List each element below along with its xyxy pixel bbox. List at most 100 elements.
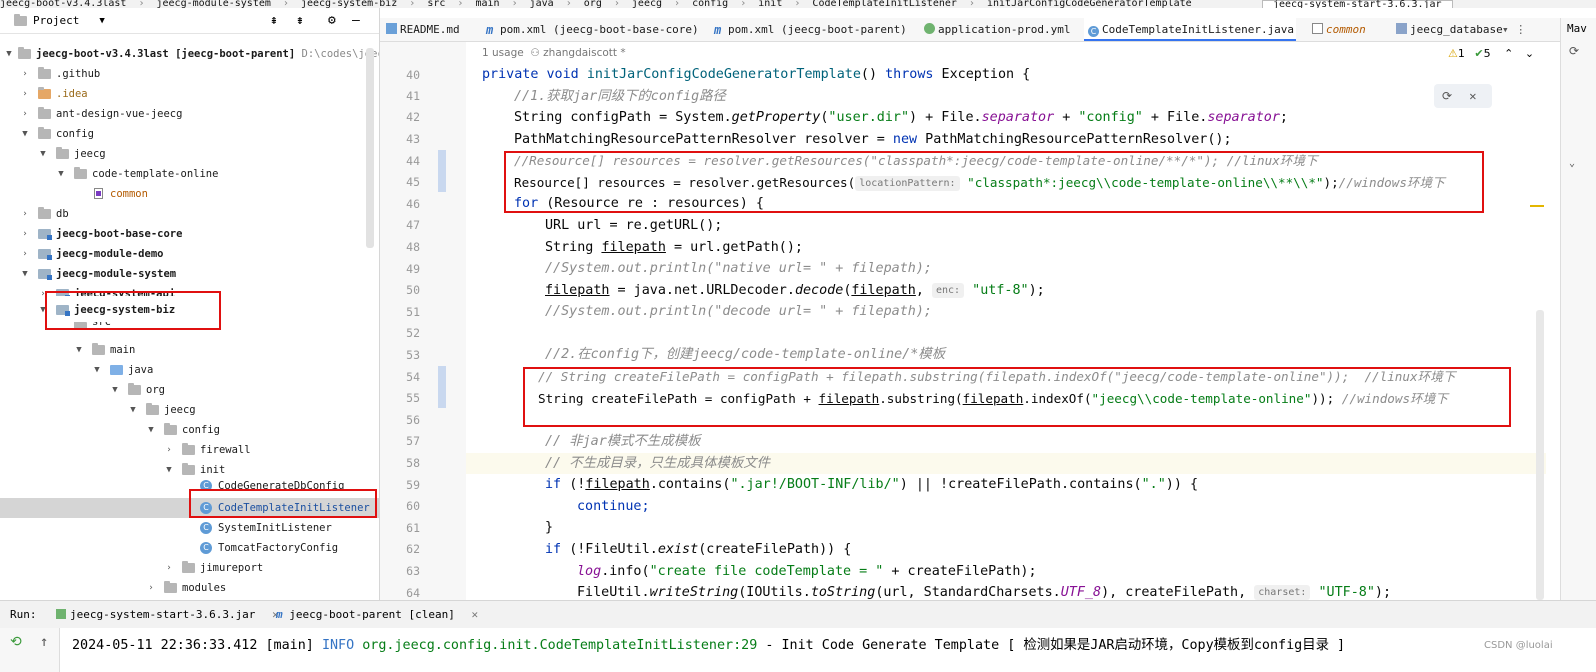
line-number: 40 [406,68,420,82]
reader-mode-widget[interactable]: ⟳ ✕ [1434,84,1492,108]
crumb-item[interactable]: initJarConfigCodeGeneratorTemplate [987,0,1192,8]
collapse-all-icon[interactable]: ⇞ [270,13,278,28]
ide-window: jeecg-boot-v3.4.3last › jeecg-module-syst… [0,0,1596,672]
crumb-item[interactable]: org [584,0,602,8]
run-tab[interactable]: m jeecg-boot-parent [clean] ✕ [276,601,478,629]
warning-stripe[interactable] [1530,205,1544,207]
tab-pom-core[interactable]: m pom.xml (jeecg-boot-base-core) [482,18,699,41]
log-logger[interactable]: org.jeecg.config.init.CodeTemplateInitLi… [362,638,757,653]
code-line-40: private void initJarConfigCodeGeneratorT… [482,67,1031,82]
package-icon [182,463,195,475]
author-hint: zhangdaiscott * [543,47,626,59]
tree-row[interactable]: ▼ jeecg-boot-v3.4.3last [jeecg-boot-paren… [0,44,379,64]
tab-pom-parent[interactable]: m pom.xml (jeecg-boot-parent) [710,18,907,41]
tree-label: code-template-online [92,168,219,180]
tree-row[interactable]: ▼ code-template-online [0,164,379,184]
project-scrollbar[interactable] [366,48,374,248]
tab-application-prod[interactable]: application-prod.yml [920,18,1070,41]
folder-icon [38,107,51,119]
crumb-item[interactable]: init [758,0,782,8]
tree-row[interactable]: ▼ jeecg-module-system [0,264,379,284]
module-icon [38,269,52,280]
crumb-item[interactable]: jeecg-system-biz [301,0,397,8]
tree-row[interactable]: › ant-design-vue-jeecg [0,104,379,124]
maven-tool-label[interactable]: Mav [1567,22,1587,35]
crumb-item[interactable]: src [427,0,445,8]
tree-row[interactable]: ▼ config [0,420,379,440]
tab-readme[interactable]: README.md [382,18,460,41]
rerun-icon[interactable]: ⟲ [10,634,22,650]
run-tab[interactable]: jeecg-system-start-3.6.3.jar ✕ [56,601,279,629]
crumb-item[interactable]: jeecg [632,0,662,8]
chevron-down-icon[interactable]: ▼ [99,16,104,26]
tree-row[interactable]: › jeecg-boot-base-core [0,224,379,244]
code-vision-hint[interactable]: 1 usage ⚇ zhangdaiscott * [482,47,626,59]
tree-label: common [110,188,148,200]
tree-row[interactable]: › jeecg-module-demo [0,244,379,264]
chevron-up-icon[interactable]: ⌃ [1504,47,1513,60]
tree-label: java [128,364,154,376]
tree-row[interactable]: ▼ init [0,460,379,480]
project-panel-header: Project ▼ ⇞ ⇟ ⚙ — [0,8,379,34]
line-number: 43 [406,132,420,146]
hide-panel-icon[interactable]: — [352,13,360,28]
line-number: 60 [406,499,420,513]
crumb-item[interactable]: CodeTemplateInitListener [812,0,957,8]
arrow-up-icon[interactable]: ↑ [40,634,48,650]
inspection-widget[interactable]: ⚠1 ✔5 ⌃ ⌄ [1448,47,1534,60]
code-line-49: //System.out.println("native url= " + fi… [545,261,932,276]
tab-common[interactable]: common [1308,18,1366,41]
tree-row[interactable]: ▼ org [0,380,379,400]
tree-row[interactable]: › db [0,204,379,224]
tree-row[interactable]: ▼ jeecg [0,400,379,420]
refresh-icon[interactable]: ⟳ [1569,44,1579,58]
folder-icon [38,87,51,99]
line-number: 57 [406,434,420,448]
usage-count[interactable]: 1 usage [482,47,524,59]
change-marker[interactable] [438,366,446,408]
crumb-item[interactable]: java [530,0,554,8]
tree-row[interactable]: ▼ config [0,124,379,144]
tab-jeecg-database[interactable]: jeecg_database [1392,18,1503,41]
tree-row[interactable]: common [0,184,379,204]
chevron-down-icon[interactable]: ⌄ [1525,47,1534,60]
crumb-item[interactable]: jeecg-boot-v3.4.3last [0,0,126,8]
crumb-item[interactable]: jeecg-module-system [157,0,271,8]
editor-scrollbar[interactable] [1536,310,1544,600]
tree-row[interactable]: › modules [0,578,379,598]
reload-icon[interactable]: ⟳ [1442,89,1452,103]
expand-all-icon[interactable]: ⇟ [296,13,304,28]
tree-row[interactable]: C TomcatFactoryConfig [0,538,379,558]
project-panel-title[interactable]: Project [33,14,79,27]
crumb-item[interactable]: config [692,0,728,8]
run-config-select[interactable]: jeecg-system-start-3.6.3.jar [1262,0,1453,8]
maven-icon: m [276,608,283,621]
tree-row[interactable]: › .github [0,64,379,84]
crumb-item[interactable]: main [475,0,499,8]
gear-icon[interactable]: ⚙ [328,13,336,28]
tab-codetemplateinitlistener[interactable]: C CodeTemplateInitListener.java [1084,18,1296,41]
code-editor[interactable]: 1 usage ⚇ zhangdaiscott * private void i… [466,42,1546,600]
close-icon[interactable]: ✕ [471,608,478,621]
tree-row[interactable]: ▼ main [0,340,379,360]
tree-row[interactable]: › jimureport [0,558,379,578]
code-line-57: // 非jar模式不生成模板 [545,434,701,449]
tree-row[interactable]: › firewall [0,440,379,460]
console-output[interactable]: ⟲ ↑ 2024-05-11 22:36:33.412 [main] INFO … [0,628,1596,672]
file-icon [94,188,103,199]
chevron-down-icon[interactable]: ⌄ [1569,158,1575,169]
tab-overflow-icon[interactable]: ▾ ⋮ [1498,18,1526,41]
tree-row[interactable]: ▼ java [0,360,379,380]
tree-row[interactable]: ▼ jeecg [0,144,379,164]
close-icon[interactable]: ✕ [1469,89,1476,103]
folder-icon [92,343,105,355]
folder-icon [38,127,51,139]
tree-row[interactable]: C SystemInitListener [0,518,379,538]
change-marker[interactable] [438,150,446,192]
package-icon [146,403,159,415]
tree-label: main [110,344,136,356]
tree-row[interactable]: › .idea [0,84,379,104]
tree-label: ant-design-vue-jeecg [56,108,183,120]
highlight-box [189,489,377,518]
folder-icon [14,13,27,26]
